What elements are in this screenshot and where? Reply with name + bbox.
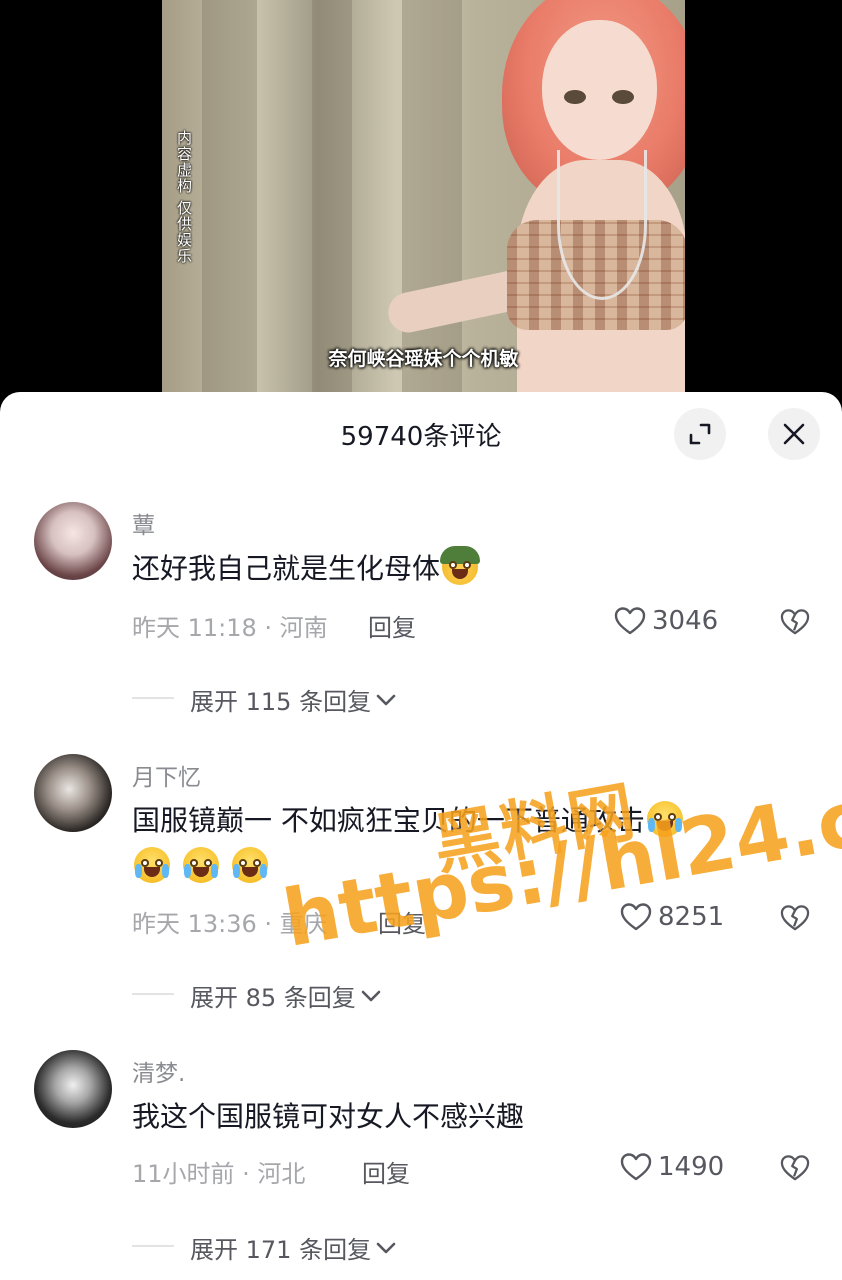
broken-heart-icon [780, 609, 810, 635]
chevron-down-icon [361, 990, 381, 1001]
expand-replies-button[interactable]: 展开 85 条回复 [190, 978, 382, 1013]
broken-heart-icon [780, 905, 810, 931]
comments-sheet: 59740条评论 蕈 还好我自己就是生化母体 昨天 11:18 · 河南 回复 … [0, 392, 842, 1280]
reply-button[interactable]: 回复 [378, 904, 426, 939]
sheet-header: 59740条评论 [0, 392, 842, 478]
background-pillar [312, 0, 352, 400]
comment-text: 我这个国服镜可对女人不感兴趣 [132, 1100, 525, 1133]
avatar[interactable] [34, 1050, 112, 1128]
comment-time-location: 11小时前 · 河北 [132, 1160, 306, 1188]
chevron-down-icon [376, 694, 396, 705]
reply-button[interactable]: 回复 [362, 1154, 410, 1189]
helmet-emoji-icon [440, 546, 481, 585]
expand-replies-label: 展开 85 条回复 [190, 984, 356, 1012]
comment-text: 国服镜巅一 不如疯狂宝贝的一下普通攻击 [132, 798, 792, 890]
expand-replies-label: 展开 115 条回复 [190, 688, 372, 716]
like-button[interactable]: 1490 [620, 1152, 724, 1182]
expand-replies-button[interactable]: 展开 171 条回复 [190, 1230, 397, 1265]
crying-laughing-emoji-icon [646, 801, 683, 837]
crying-laughing-emoji-icon [231, 847, 268, 883]
comment-time-location: 昨天 11:18 · 河南 [132, 614, 328, 642]
like-button[interactable]: 8251 [620, 902, 724, 932]
avatar[interactable] [34, 502, 112, 580]
expand-replies-button[interactable]: 展开 115 条回复 [190, 682, 397, 717]
video-subtitle: 奈何峡谷瑶妹个个机敏 [328, 348, 519, 370]
background-pillar [202, 0, 257, 400]
dislike-button[interactable] [780, 1154, 810, 1186]
comment-username[interactable]: 清梦. [132, 1054, 185, 1088]
video-player[interactable]: 内容虚构 仅供娱乐 奈何峡谷瑶妹个个机敏 [0, 0, 842, 400]
close-button[interactable] [768, 408, 820, 460]
heart-icon [614, 607, 646, 635]
expand-icon [689, 423, 711, 445]
expand-divider [132, 697, 174, 699]
reply-button[interactable]: 回复 [368, 608, 416, 643]
avatar[interactable] [34, 754, 112, 832]
heart-icon [620, 1153, 652, 1181]
background-pillar [402, 0, 462, 400]
character-eye [612, 90, 634, 104]
expand-divider [132, 1245, 174, 1247]
expand-divider [132, 993, 174, 995]
comment-text: 还好我自己就是生化母体 [132, 546, 792, 592]
like-count: 1490 [658, 1152, 725, 1182]
character-necklace [557, 150, 647, 300]
comment-text-body: 国服镜巅一 不如疯狂宝贝的一下普通攻击 [132, 804, 645, 837]
heart-icon [620, 903, 652, 931]
like-count: 8251 [658, 902, 725, 932]
like-count: 3046 [652, 606, 719, 636]
comment-username[interactable]: 月下忆 [132, 758, 201, 792]
like-button[interactable]: 3046 [614, 606, 718, 636]
chevron-down-icon [376, 1242, 396, 1253]
comment-username[interactable]: 蕈 [132, 506, 155, 540]
comment-text-body: 还好我自己就是生化母体 [132, 552, 441, 585]
character-face [542, 20, 657, 160]
video-frame[interactable]: 内容虚构 仅供娱乐 奈何峡谷瑶妹个个机敏 [162, 0, 685, 400]
dislike-button[interactable] [780, 608, 810, 640]
expand-button[interactable] [674, 408, 726, 460]
character-eye [564, 90, 586, 104]
close-icon [783, 423, 805, 445]
comment-time-location: 昨天 13:36 · 重庆 [132, 910, 328, 938]
dislike-button[interactable] [780, 904, 810, 936]
disclaimer-caption: 内容虚构 仅供娱乐 [175, 130, 193, 264]
crying-laughing-emoji-icon [134, 847, 170, 883]
broken-heart-icon [780, 1155, 810, 1181]
expand-replies-label: 展开 171 条回复 [190, 1236, 372, 1264]
crying-laughing-emoji-icon [182, 847, 219, 883]
